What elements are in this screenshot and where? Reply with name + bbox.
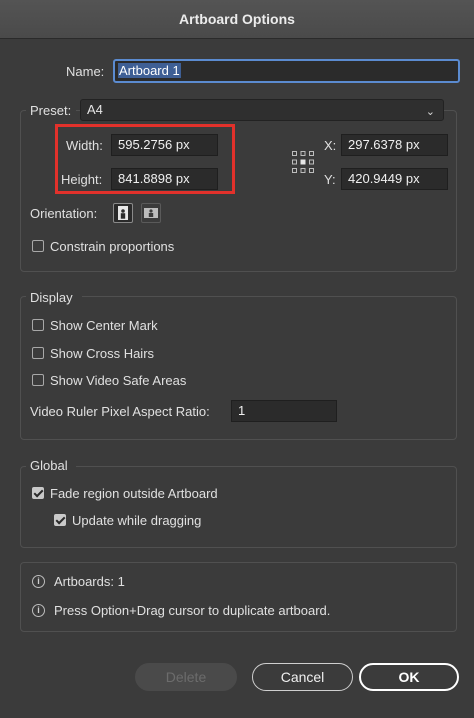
info-icon: i [32, 604, 45, 617]
portrait-orientation-button[interactable] [113, 203, 133, 223]
x-label: X: [324, 138, 337, 153]
name-label: Name: [66, 64, 105, 79]
info-icon: i [32, 575, 45, 588]
update-while-dragging-label: Update while dragging [72, 513, 202, 528]
landscape-orientation-button[interactable] [141, 203, 161, 223]
artboards-count: Artboards: 1 [54, 574, 125, 589]
preset-dropdown[interactable]: A4 ⌄ [80, 99, 444, 121]
show-cross-hairs-checkbox[interactable] [32, 347, 44, 359]
name-input[interactable]: Artboard 1 [113, 59, 460, 83]
global-heading: Global [30, 458, 68, 473]
preset-label: Preset: [30, 103, 72, 118]
show-video-safe-areas-label: Show Video Safe Areas [50, 373, 187, 388]
landscape-icon [144, 208, 158, 218]
y-input[interactable]: 420.9449 px [341, 168, 448, 190]
show-cross-hairs-label: Show Cross Hairs [50, 346, 155, 361]
x-input[interactable]: 297.6378 px [341, 134, 448, 156]
show-center-mark-label: Show Center Mark [50, 318, 158, 333]
ok-button[interactable]: OK [359, 663, 459, 691]
name-input-value: Artboard 1 [118, 63, 181, 78]
fade-region-label: Fade region outside Artboard [50, 486, 218, 501]
cancel-button[interactable]: Cancel [252, 663, 353, 691]
video-ruler-aspect-input[interactable]: 1 [231, 400, 337, 422]
info-group [20, 562, 457, 632]
y-label: Y: [324, 172, 336, 187]
portrait-icon [118, 206, 128, 220]
delete-button[interactable]: Delete [135, 663, 237, 691]
dialog-title: Artboard Options [179, 11, 295, 27]
chevron-down-icon: ⌄ [425, 106, 435, 118]
constrain-proportions-checkbox[interactable] [32, 240, 44, 252]
reference-point-icon[interactable] [291, 150, 315, 174]
show-center-mark-checkbox[interactable] [32, 319, 44, 331]
video-ruler-aspect-label: Video Ruler Pixel Aspect Ratio: [30, 404, 210, 419]
show-video-safe-areas-checkbox[interactable] [32, 374, 44, 386]
preset-value: A4 [87, 102, 103, 117]
update-while-dragging-checkbox[interactable] [54, 514, 66, 526]
highlight-annotation [55, 124, 235, 194]
orientation-label: Orientation: [30, 206, 98, 221]
global-group [20, 466, 457, 548]
constrain-proportions-label: Constrain proportions [50, 239, 175, 254]
duplicate-hint: Press Option+Drag cursor to duplicate ar… [54, 603, 331, 618]
display-heading: Display [30, 290, 73, 305]
fade-region-checkbox[interactable] [32, 487, 44, 499]
